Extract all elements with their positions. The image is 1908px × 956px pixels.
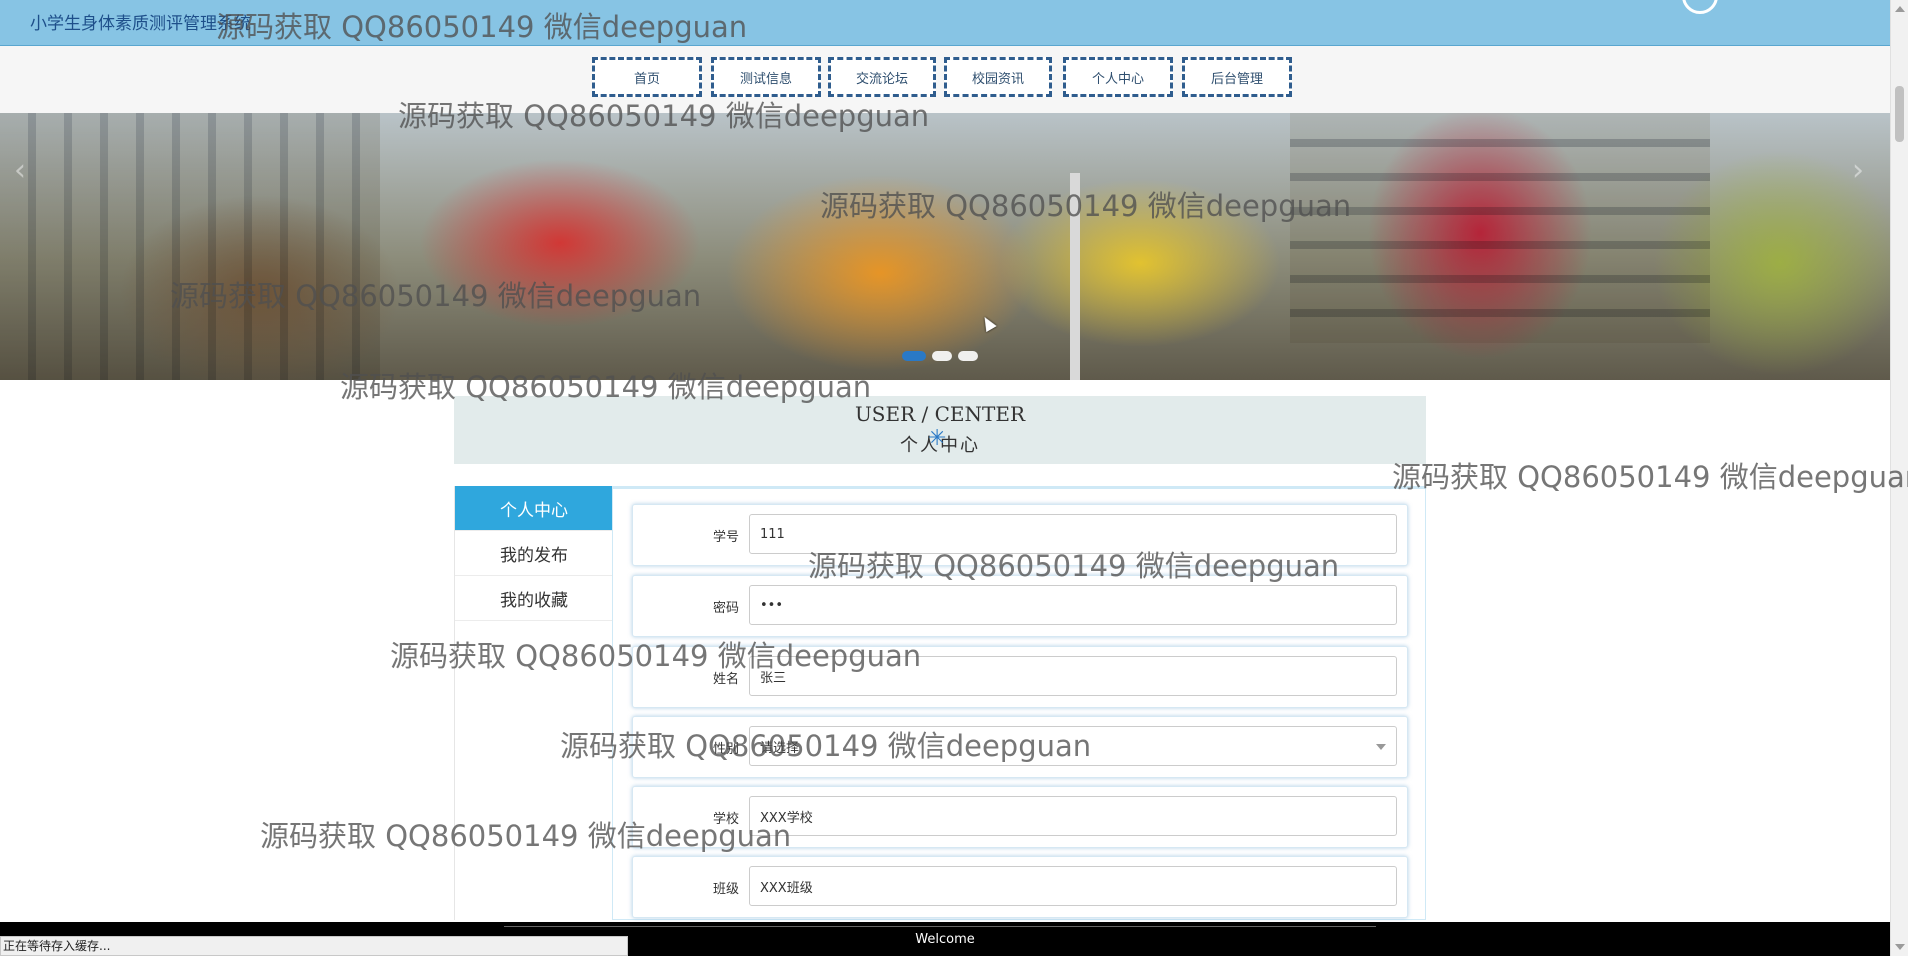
nav-forum[interactable]: 交流论坛 [828, 57, 936, 97]
class-label: 班级 [712, 881, 739, 897]
password-label: 密码 [712, 600, 739, 616]
class-input[interactable]: XXX班级 [749, 866, 1397, 906]
scroll-up-icon[interactable] [1895, 6, 1905, 12]
site-title[interactable]: 小学生身体素质测评管理系统 [30, 9, 251, 34]
nav-user-center[interactable]: 个人中心 [1063, 57, 1173, 97]
password-input[interactable]: ••• [749, 585, 1397, 625]
form-row-school: 学校 XXX学校 [632, 786, 1408, 848]
banner-building-left [0, 113, 380, 380]
nav-test-info[interactable]: 测试信息 [711, 57, 821, 97]
user-avatar-icon[interactable] [1682, 0, 1718, 14]
watermark: 源码获取 QQ86050149 微信deepguan [1392, 460, 1908, 494]
gender-select-value: 请选择 [760, 740, 800, 756]
banner-lamp-pole [1070, 173, 1080, 380]
scroll-thumb[interactable] [1895, 86, 1904, 142]
top-bar: 小学生身体素质测评管理系统 [0, 0, 1890, 46]
student-id-input[interactable]: 111 [749, 514, 1397, 554]
carousel-next-icon[interactable]: › [1852, 153, 1864, 188]
form-row-student-id: 学号 111 [632, 504, 1408, 566]
carousel-dot-2[interactable] [932, 351, 952, 361]
main-nav: 首页 测试信息 交流论坛 校园资讯 个人中心 后台管理 [0, 46, 1890, 113]
banner-building-right [1290, 113, 1710, 343]
browser-status-bar: 正在等待存入缓存... [0, 936, 628, 956]
form-row-name: 姓名 张三 [632, 646, 1408, 708]
nav-admin[interactable]: 后台管理 [1182, 57, 1292, 97]
student-id-label: 学号 [712, 529, 739, 545]
gender-label: 性别 [712, 741, 739, 757]
carousel-dot-3[interactable] [958, 351, 978, 361]
scroll-down-icon[interactable] [1895, 944, 1905, 950]
school-label: 学校 [712, 811, 739, 827]
school-input[interactable]: XXX学校 [749, 796, 1397, 836]
chevron-down-icon [1376, 744, 1386, 750]
banner-carousel[interactable]: ‹ › [0, 113, 1890, 380]
carousel-prev-icon[interactable]: ‹ [14, 153, 26, 188]
loading-spinner-icon: ✳ [928, 426, 947, 451]
user-sidebar: 个人中心 我的发布 我的收藏 [454, 486, 613, 920]
footer-divider [504, 926, 1376, 927]
page-scrollbar[interactable] [1890, 0, 1908, 956]
gender-select[interactable]: 请选择 [749, 726, 1397, 766]
form-row-password: 密码 ••• [632, 575, 1408, 637]
sidebar-item-my-posts[interactable]: 我的发布 [455, 531, 613, 576]
name-input[interactable]: 张三 [749, 656, 1397, 696]
sidebar-item-user-center[interactable]: 个人中心 [455, 486, 613, 531]
name-label: 姓名 [712, 671, 739, 687]
carousel-dot-1[interactable] [902, 351, 926, 361]
nav-home[interactable]: 首页 [592, 57, 702, 97]
sidebar-item-my-favorites[interactable]: 我的收藏 [455, 576, 613, 621]
nav-campus-news[interactable]: 校园资讯 [944, 57, 1052, 97]
form-row-gender: 性别 请选择 [632, 716, 1408, 778]
header-title-en: USER / CENTER [854, 402, 1026, 426]
form-row-class: 班级 XXX班级 [632, 856, 1408, 918]
